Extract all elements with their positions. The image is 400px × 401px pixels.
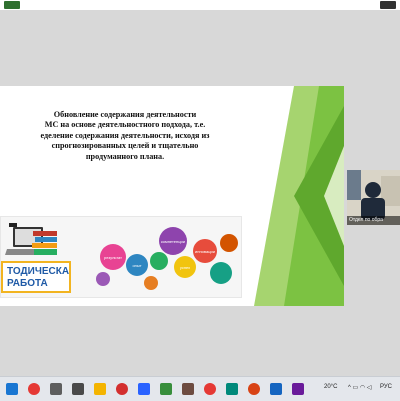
app-icon[interactable] (72, 383, 84, 395)
task-view-icon[interactable] (50, 383, 62, 395)
bubble-word: опыт (132, 263, 141, 268)
banner-label-line: РАБОТА (7, 278, 48, 289)
bubble-word: результат (104, 255, 122, 260)
word-icon[interactable] (138, 383, 150, 395)
slide-title-line: МС на основе деятельностного подхода, т.… (44, 120, 206, 130)
zoom-icon[interactable] (270, 383, 282, 395)
participant-name: Отдел по обра (347, 216, 400, 225)
methodical-work-banner: ТОДИЧЕСКАЯ РАБОТА результат опыт компете… (0, 216, 242, 298)
word-bubbles: результат опыт компетенции успех инновац… (96, 227, 238, 290)
opera-icon[interactable] (116, 383, 128, 395)
tray-icons[interactable]: ^ ▭ ◠ ◁ (348, 384, 371, 391)
bubble-word: компетенции (161, 239, 185, 244)
system-tray: 20°C ^ ▭ ◠ ◁ РУС (320, 377, 400, 401)
yandex-icon[interactable] (204, 383, 216, 395)
yandex-browser-icon[interactable] (248, 383, 260, 395)
slide-title-line: еделение содержания деятельности, исходя… (40, 130, 210, 140)
slide-title-line: спрогнозированных целей и тщательно (51, 141, 199, 151)
banner-label-line: ТОДИЧЕСКАЯ (7, 266, 71, 277)
language-indicator[interactable]: РУС (380, 384, 392, 390)
folder-icon[interactable] (94, 383, 106, 395)
shared-slide: Обновление содержания деятельности МС на… (0, 86, 344, 306)
app-icon[interactable] (4, 1, 20, 9)
weather-text[interactable]: 20°C (324, 384, 337, 390)
app-icon[interactable] (226, 383, 238, 395)
bubble-word: инновации (195, 249, 215, 254)
top-strip (0, 0, 400, 10)
slide-title-line: Обновление содержания деятельности (53, 110, 197, 119)
excel-icon[interactable] (160, 383, 172, 395)
app-icon[interactable] (292, 383, 304, 395)
books-icon (32, 231, 57, 255)
yandex-icon[interactable] (28, 383, 40, 395)
start-icon[interactable] (6, 383, 18, 395)
taskbar: 20°C ^ ▭ ◠ ◁ РУС (0, 376, 400, 401)
window-controls-icon[interactable] (380, 1, 396, 9)
bubble-word: успех (180, 265, 190, 270)
slide-title-line: продуманного плана. (85, 151, 165, 161)
app-icon[interactable] (182, 383, 194, 395)
slide-title: Обновление содержания деятельности МС на… (0, 110, 250, 162)
methodical-work-label: ТОДИЧЕСКАЯ РАБОТА (1, 261, 71, 293)
green-triangle-decoration (254, 86, 344, 306)
participant-video-tile[interactable]: Отдел по обра (347, 170, 400, 225)
